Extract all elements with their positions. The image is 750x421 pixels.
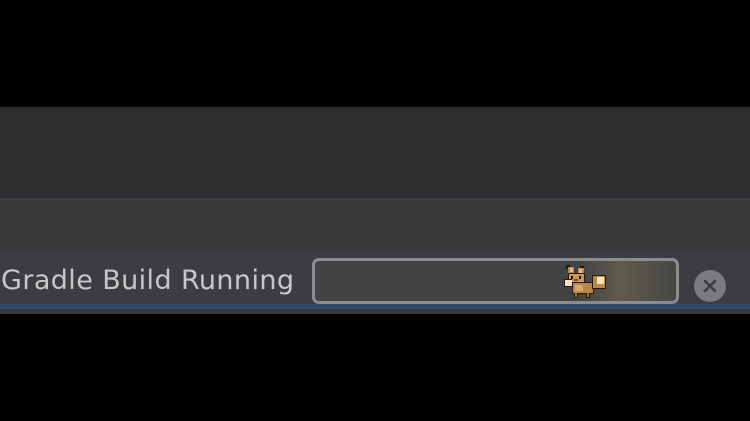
status-bar: Gradle Build Running bbox=[0, 253, 750, 309]
build-progress-bar[interactable] bbox=[312, 258, 679, 304]
status-accent-line bbox=[0, 304, 750, 309]
editor-panel bbox=[0, 107, 750, 198]
ide-window: Gradle Build Running bbox=[0, 107, 750, 314]
screen: Gradle Build Running bbox=[0, 0, 750, 421]
eevee-mascot-icon bbox=[562, 263, 610, 301]
cancel-build-button[interactable] bbox=[694, 270, 726, 302]
background-task-label[interactable]: Gradle Build Running bbox=[1, 263, 294, 299]
close-icon bbox=[703, 279, 717, 293]
